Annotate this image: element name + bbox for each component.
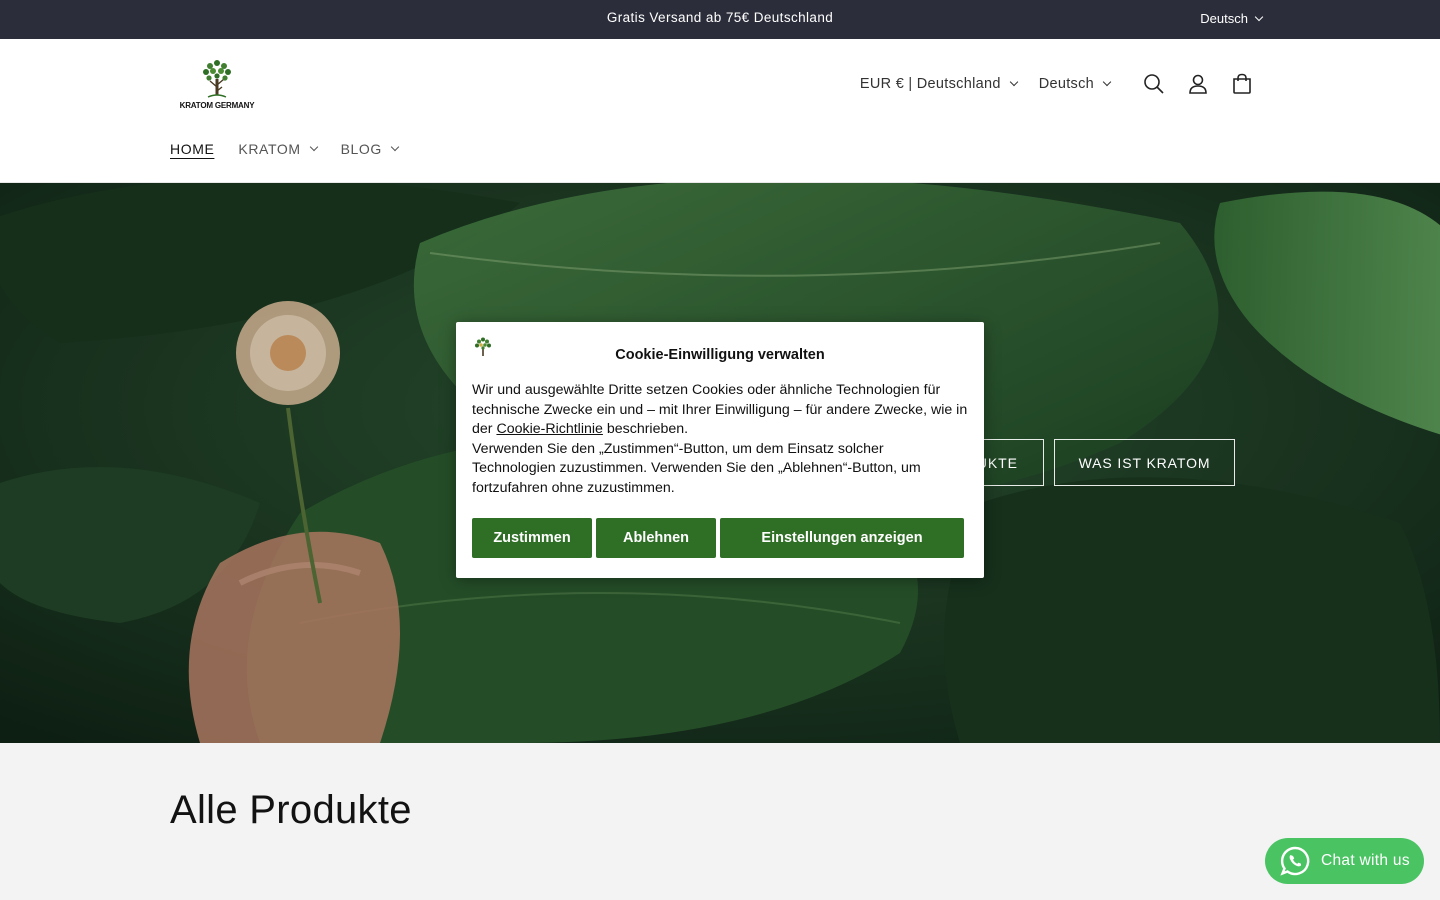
nav-item-kratom[interactable]: KRATOM <box>238 141 318 157</box>
announcement-language-selector[interactable]: Deutsch <box>1200 11 1264 26</box>
currency-selector[interactable]: EUR € | Deutschland <box>859 76 1018 92</box>
chevron-down-icon <box>390 142 400 152</box>
section-title: Alle Produkte <box>170 788 412 832</box>
what-is-kratom-button[interactable]: WAS IST KRATOM <box>1054 439 1235 486</box>
logo-text: KRATOM GERMANY <box>179 101 255 110</box>
chevron-down-icon <box>1009 77 1018 87</box>
language-label: Deutsch <box>1038 76 1094 92</box>
show-settings-button-label: Einstellungen anzeigen <box>761 530 923 546</box>
nav-item-home[interactable]: HOME <box>170 141 214 157</box>
announcement-language-label: Deutsch <box>1200 11 1248 26</box>
chevron-down-icon <box>309 142 318 152</box>
accept-button-label: Zustimmen <box>493 530 571 546</box>
search-icon <box>1144 74 1164 94</box>
cookie-consent-dialog: Cookie-Einwilligung verwalten Wir und au… <box>456 322 984 578</box>
logo[interactable]: KRATOM GERMANY <box>178 57 256 113</box>
cookie-paragraph-1: Wir und ausgewählte Dritte setzen Cookie… <box>472 381 968 440</box>
currency-label: EUR € | Deutschland <box>859 76 1001 92</box>
search-button[interactable] <box>1132 62 1176 106</box>
show-settings-button[interactable]: Einstellungen anzeigen <box>720 518 964 558</box>
header-actions: EUR € | Deutschland Deutsch <box>860 69 1264 99</box>
chevron-down-icon <box>1102 77 1112 87</box>
accept-button[interactable]: Zustimmen <box>472 518 592 558</box>
account-button[interactable] <box>1176 62 1220 106</box>
account-icon <box>1189 74 1207 94</box>
cookie-paragraph-2: Verwenden Sie den „Zustimmen“-Button, um… <box>472 440 921 496</box>
announcement-bar: Gratis Versand ab 75€ Deutschland Deutsc… <box>0 0 1440 39</box>
chevron-down-icon <box>1254 12 1264 21</box>
language-selector[interactable]: Deutsch <box>1038 76 1112 92</box>
cookie-dialog-title: Cookie-Einwilligung verwalten <box>615 347 825 363</box>
tree-logo-icon <box>203 60 231 98</box>
nav-item-label: KRATOM <box>238 141 301 157</box>
chat-button-label: Chat with us <box>1321 852 1410 869</box>
reject-button-label: Ablehnen <box>622 530 690 546</box>
cookie-dialog-text: Wir und ausgewählte Dritte setzen Cookie… <box>472 381 968 499</box>
what-is-kratom-button-label: WAS IST KRATOM <box>1078 454 1211 471</box>
site-header: KRATOM GERMANY EUR € | Deutschland Deuts… <box>0 39 1440 183</box>
nav-item-blog[interactable]: BLOG <box>340 141 400 157</box>
chat-button[interactable]: Chat with us <box>1265 838 1424 884</box>
reject-button[interactable]: Ablehnen <box>596 518 716 558</box>
cookie-policy-link[interactable]: Cookie-Richtlinie <box>496 421 602 437</box>
nav-item-label: BLOG <box>340 141 382 157</box>
cart-button[interactable] <box>1220 62 1264 106</box>
main-nav: HOME KRATOM BLOG <box>170 141 400 157</box>
nav-item-label: HOME <box>170 141 215 157</box>
cart-icon <box>1233 73 1251 94</box>
cookie-text-after-link: beschrieben. <box>602 421 689 438</box>
whatsapp-icon <box>1280 846 1310 876</box>
